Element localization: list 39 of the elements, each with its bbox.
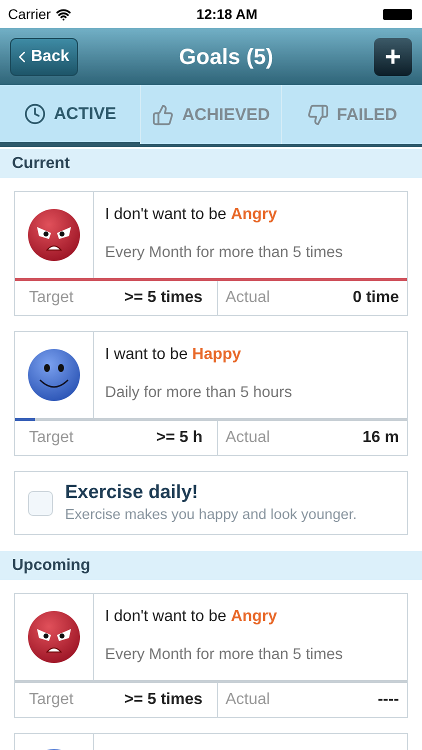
goal-frequency: Every Month for more than 5 times (105, 645, 344, 665)
wifi-icon (56, 6, 71, 22)
thumbs-down-icon (306, 104, 329, 126)
battery-icon (382, 8, 412, 20)
add-button[interactable]: + (374, 38, 412, 76)
section-header: Current (0, 149, 422, 178)
angry-face-icon (27, 208, 81, 262)
thumbs-up-icon (152, 104, 174, 126)
goal-card[interactable]: I want to be Happy Daily for more than 5 hours Target >= 5 h Actual 16 m (14, 331, 408, 456)
actual-label: Actual (226, 690, 270, 710)
actual-label: Actual (226, 428, 270, 448)
target-label: Target (29, 690, 74, 710)
section-header: Upcoming (0, 551, 422, 580)
back-button[interactable]: Back (10, 38, 78, 76)
carrier-label: Carrier (8, 4, 51, 24)
goal-title: I want to be Happy (105, 345, 242, 365)
target-label: Target (29, 288, 74, 308)
screen-title: Goals (5) (179, 43, 274, 71)
goal-card[interactable]: I don't want to be Angry Every Month for more than 5 times Target >= 5 times Actual 0 time (14, 191, 408, 316)
smiley-face-icon (27, 348, 81, 402)
task-title: Exercise daily! (65, 481, 200, 505)
clock-icon (24, 102, 46, 124)
angry-face-icon (27, 610, 81, 664)
checkbox[interactable] (28, 490, 53, 516)
goal-title: I don't want to be Angry (105, 607, 278, 627)
actual-value: 0 time (352, 288, 399, 308)
goal-frequency: Daily for more than 5 hours (105, 383, 293, 403)
task-note: Exercise makes you happy and look younger. (65, 506, 357, 525)
goal-title: I don't want to be Angry (105, 205, 278, 225)
goal-frequency: Every Month for more than 5 times (105, 243, 344, 263)
actual-label: Actual (226, 288, 270, 308)
status-time: 12:18 AM (196, 4, 258, 24)
target-label: Target (29, 428, 74, 448)
target-value: >= 5 times (124, 288, 202, 308)
actual-value: ---- (378, 690, 399, 710)
goal-card[interactable]: I don't want to be Angry Every Month for more than 5 times Target >= 5 times Actual ---- (14, 593, 408, 718)
actual-value: 16 m (362, 428, 399, 448)
target-value: >= 5 h (156, 428, 202, 448)
target-value: >= 5 times (124, 690, 202, 710)
